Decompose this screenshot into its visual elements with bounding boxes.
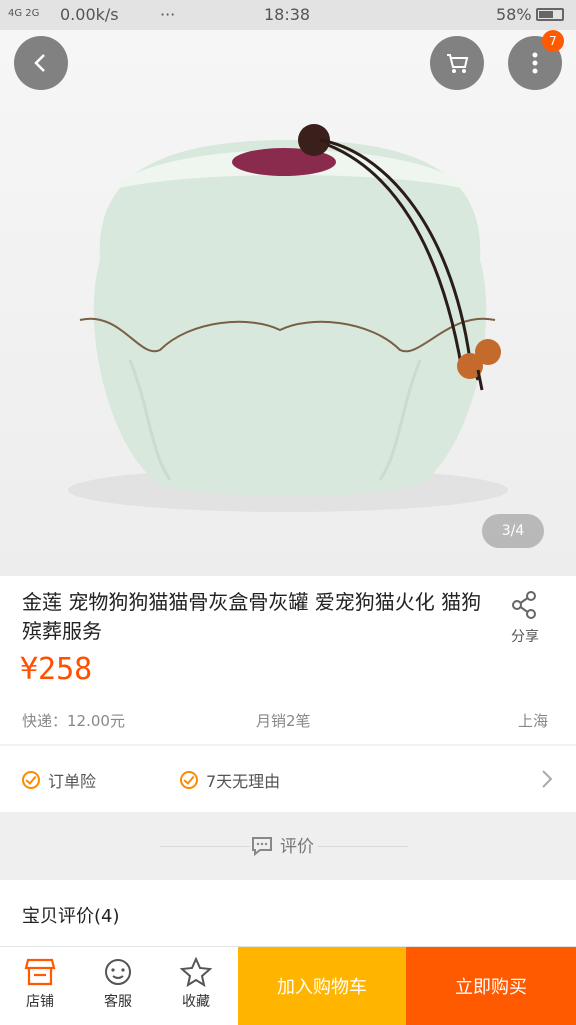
customer-service-icon <box>105 959 131 985</box>
clock: 18:38 <box>264 5 311 24</box>
image-pager: 3/4 <box>482 514 544 548</box>
reviews-section-header[interactable]: 宝贝评价(4) <box>0 880 576 946</box>
reviews-divider-text: 评价 <box>280 837 314 857</box>
chevron-left-icon <box>34 54 45 72</box>
chevron-right-icon <box>542 770 553 788</box>
add-to-cart-button[interactable]: 加入购物车 <box>238 947 406 1025</box>
buy-now-button[interactable]: 立即购买 <box>406 947 576 1025</box>
divider-line <box>318 846 408 847</box>
product-title: 金莲 宠物狗狗猫猫骨灰盒骨灰罐 爱宠狗猫火化 猫狗殡葬服务 <box>22 590 482 643</box>
product-info-panel: 金莲 宠物狗狗猫猫骨灰盒骨灰罐 爱宠狗猫火化 猫狗殡葬服务 分享 ¥258 快递… <box>0 576 576 744</box>
battery-percent: 58% <box>496 5 532 24</box>
divider-line <box>160 846 250 847</box>
share-icon <box>512 591 536 619</box>
guarantee-7day-return: 7天无理由 <box>180 768 280 792</box>
customer-service-button[interactable]: 客服 <box>78 957 158 1011</box>
cart-button[interactable] <box>430 36 484 90</box>
check-circle-icon <box>22 771 40 789</box>
shipping-fee: 快递：12.00元 <box>22 712 125 730</box>
ship-from-location: 上海 <box>518 712 549 730</box>
star-icon <box>180 957 212 987</box>
cart-icon <box>447 54 469 73</box>
network-indicator: 4G 2G <box>8 8 40 19</box>
shop-button[interactable]: 店铺 <box>0 957 80 1011</box>
more-vertical-icon <box>532 52 538 74</box>
network-speed: 0.00k/s <box>60 5 119 24</box>
customer-service-label: 客服 <box>104 994 132 1010</box>
more-dots: ··· <box>160 5 176 24</box>
monthly-sales: 月销2笔 <box>256 712 311 730</box>
favorite-button[interactable]: 收藏 <box>156 957 236 1011</box>
guarantee-label: 7天无理由 <box>206 772 281 791</box>
service-guarantees[interactable]: 订单险 7天无理由 <box>0 746 576 812</box>
reviews-title: 宝贝评价(4) <box>22 906 120 927</box>
share-button[interactable]: 分享 <box>500 590 550 646</box>
status-bar: 4G 2G 0.00k/s ··· 18:38 58% <box>0 0 576 30</box>
check-circle-icon <box>180 771 198 789</box>
shop-label: 店铺 <box>26 994 54 1010</box>
more-menu-button[interactable]: 7 <box>508 30 564 90</box>
reviews-divider: 评价 <box>0 812 576 880</box>
share-label: 分享 <box>511 629 539 645</box>
shop-icon <box>24 958 56 986</box>
cart-count-badge: 7 <box>542 30 564 52</box>
reviews-divider-label: 评价 <box>250 832 314 857</box>
guarantee-label: 订单险 <box>48 772 97 791</box>
bottom-action-bar: 店铺 客服 收藏 加入购物车 立即购买 <box>0 946 576 1025</box>
price: ¥258 <box>20 652 93 687</box>
guarantee-order-insurance: 订单险 <box>22 768 96 792</box>
battery-icon <box>536 8 564 21</box>
favorite-label: 收藏 <box>182 994 210 1010</box>
product-image-gallery[interactable]: 7 3/4 <box>0 30 576 576</box>
comment-icon <box>252 836 272 856</box>
back-button[interactable] <box>14 36 68 90</box>
product-image <box>68 124 508 512</box>
